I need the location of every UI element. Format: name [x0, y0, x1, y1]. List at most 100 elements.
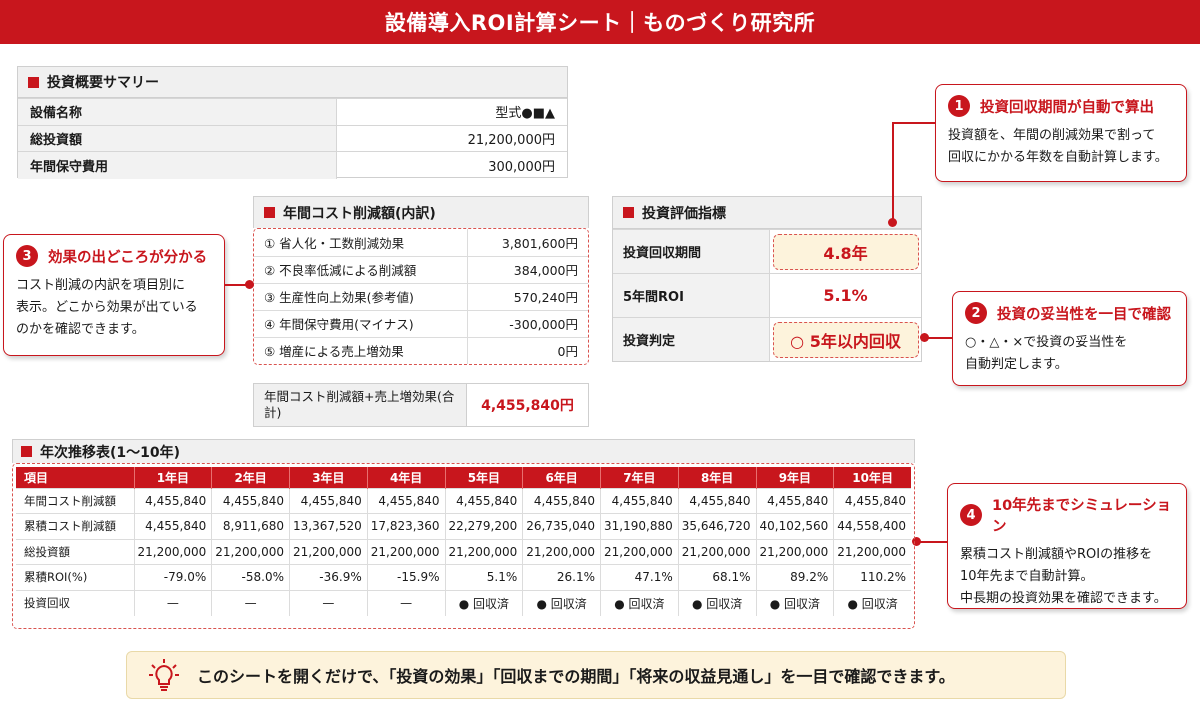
table-cell[interactable]: 26.1% — [522, 564, 601, 590]
breakdown-value[interactable]: 0円 — [467, 336, 588, 364]
summary-value[interactable]: 300,000円 — [336, 151, 567, 179]
indicators-panel: 投資評価指標 投資回収期間 4.8年 5年間ROI 5.1% 投資判定 ○ 5年… — [612, 196, 922, 362]
callout-text: 投資額を、年間の削減効果で割って — [948, 128, 1156, 143]
table-cell[interactable]: 35,646,720 — [678, 513, 757, 539]
table-cell[interactable]: 44,558,400 — [833, 513, 911, 539]
square-bullet-icon — [623, 207, 634, 218]
table-cell[interactable]: -15.9% — [367, 564, 446, 590]
number-2-icon: 2 — [965, 302, 987, 324]
table-cell[interactable]: 22,279,200 — [445, 513, 524, 539]
breakdown-value[interactable]: 384,000円 — [467, 255, 588, 283]
table-row: ② 不良率低減による削減額 384,000円 — [254, 255, 588, 283]
table-cell[interactable]: 4,455,840 — [289, 487, 368, 514]
table-cell[interactable]: 26,735,040 — [522, 513, 601, 539]
table-cell[interactable]: 89.2% — [756, 564, 835, 590]
table-cell[interactable]: 31,190,880 — [600, 513, 679, 539]
table-cell[interactable]: ● 回収済 — [756, 589, 835, 616]
callout-text: 累積コスト削減額やROIの推移を — [960, 547, 1153, 562]
breakdown-label: ④ 年間保守費用(マイナス) — [254, 309, 468, 337]
table-cell[interactable]: 4,455,840 — [522, 487, 601, 514]
indicator-label: 投資回収期間 — [613, 230, 770, 273]
table-cell[interactable]: 4,455,840 — [678, 487, 757, 514]
number-4-icon: 4 — [960, 504, 982, 526]
table-row: 年間保守費用 300,000円 — [18, 151, 567, 179]
summary-value[interactable]: 21,200,000円 — [336, 124, 567, 152]
table-cell[interactable]: 4,455,840 — [134, 513, 213, 539]
table-cell[interactable]: 21,200,000 — [600, 538, 679, 565]
breakdown-value[interactable]: 3,801,600円 — [467, 229, 588, 256]
column-header-year: 7年目 — [600, 467, 679, 488]
table-cell[interactable]: 4,455,840 — [445, 487, 524, 514]
table-cell[interactable]: 21,200,000 — [833, 538, 911, 565]
table-cell[interactable]: 21,200,000 — [134, 538, 213, 565]
callout-2: 2 投資の妥当性を一目で確認 ○・△・×で投資の妥当性を 自動判定します。 — [952, 291, 1187, 386]
page-title: 設備導入ROI計算シート｜ものづくり研究所 — [0, 0, 1200, 44]
table-cell[interactable]: 47.1% — [600, 564, 679, 590]
indicator-row-judgement: 投資判定 ○ 5年以内回収 — [613, 317, 921, 361]
table-cell[interactable]: 4,455,840 — [134, 487, 213, 514]
table-cell[interactable]: -79.0% — [134, 564, 213, 590]
row-label: 累積ROI(%) — [16, 564, 135, 590]
table-cell[interactable]: — — [211, 589, 290, 616]
table-row: 投資回収 — — — — ● 回収済 ● 回収済 ● 回収済 ● 回収済 ● 回収済 ● 回収済 — [16, 589, 911, 616]
square-bullet-icon — [264, 207, 275, 218]
column-header-year: 10年目 — [833, 467, 911, 488]
callout-text: 回収にかかる年数を自動計算します。 — [948, 150, 1168, 165]
table-cell[interactable]: 5.1% — [445, 564, 524, 590]
callout-text: コスト削減の内訳を項目別に — [16, 278, 186, 293]
table-cell[interactable]: 21,200,000 — [289, 538, 368, 565]
table-cell[interactable]: 4,455,840 — [833, 487, 911, 514]
callout-text: 中長期の投資効果を確認できます。 — [960, 591, 1167, 606]
table-cell[interactable]: 21,200,000 — [678, 538, 757, 565]
table-cell[interactable]: -58.0% — [211, 564, 290, 590]
table-cell[interactable]: 21,200,000 — [211, 538, 290, 565]
connector-dot — [920, 333, 929, 342]
table-cell[interactable]: 13,367,520 — [289, 513, 368, 539]
breakdown-label: ⑤ 増産による売上増効果 — [254, 336, 468, 364]
indicator-row-payback: 投資回収期間 4.8年 — [613, 229, 921, 273]
table-cell[interactable]: ● 回収済 — [445, 589, 524, 616]
table-cell[interactable]: 21,200,000 — [756, 538, 835, 565]
column-header-year: 1年目 — [134, 467, 213, 488]
breakdown-label: ① 省人化・工数削減効果 — [254, 229, 468, 256]
column-header-year: 3年目 — [289, 467, 368, 488]
square-bullet-icon — [21, 446, 32, 457]
table-cell[interactable]: ● 回収済 — [600, 589, 679, 616]
table-cell[interactable]: 17,823,360 — [367, 513, 446, 539]
roi-value: 5.1% — [823, 286, 868, 305]
table-cell[interactable]: — — [134, 589, 213, 616]
table-cell[interactable]: 68.1% — [678, 564, 757, 590]
table-row: 設備名称 型式●■▲ — [18, 98, 567, 126]
table-cell[interactable]: ● 回収済 — [522, 589, 601, 616]
breakdown-value[interactable]: -300,000円 — [467, 309, 588, 337]
table-cell[interactable]: ● 回収済 — [833, 589, 911, 616]
callout-3: 3 効果の出どころが分かる コスト削減の内訳を項目別に 表示。どこから効果が出ている… — [3, 234, 225, 356]
connector-line — [918, 541, 947, 543]
table-cell[interactable]: — — [367, 589, 446, 616]
table-cell[interactable]: 40,102,560 — [756, 513, 835, 539]
callout-text: 自動判定します。 — [965, 357, 1068, 372]
connector-dot — [888, 218, 897, 227]
table-cell[interactable]: 21,200,000 — [445, 538, 524, 565]
table-cell[interactable]: -36.9% — [289, 564, 368, 590]
indicator-row-roi: 5年間ROI 5.1% — [613, 273, 921, 317]
table-cell[interactable]: 21,200,000 — [522, 538, 601, 565]
table-cell[interactable]: 4,455,840 — [600, 487, 679, 514]
table-row: 年間コスト削減額 4,455,840 4,455,840 4,455,840 4,455… — [16, 487, 911, 514]
table-cell[interactable]: 4,455,840 — [367, 487, 446, 514]
number-3-icon: 3 — [16, 245, 38, 267]
table-cell[interactable]: 4,455,840 — [756, 487, 835, 514]
breakdown-value[interactable]: 570,240円 — [467, 282, 588, 310]
table-cell[interactable]: 110.2% — [833, 564, 911, 590]
table-cell[interactable]: — — [289, 589, 368, 616]
number-1-icon: 1 — [948, 95, 970, 117]
table-cell[interactable]: ● 回収済 — [678, 589, 757, 616]
table-cell[interactable]: 8,911,680 — [211, 513, 290, 539]
summary-value[interactable]: 型式●■▲ — [336, 98, 567, 126]
table-cell[interactable]: 4,455,840 — [211, 487, 290, 514]
table-cell[interactable]: 21,200,000 — [367, 538, 446, 565]
info-banner: このシートを開くだけで、「投資の効果」「回収までの期間」「将来の収益見通し」を一… — [126, 651, 1066, 699]
callout-text: のかを確認できます。 — [16, 322, 145, 337]
breakdown-panel: 年間コスト削減額(内訳) ① 省人化・工数削減効果 3,801,600円 ② 不… — [253, 196, 589, 366]
callout-1: 1 投資回収期間が自動で算出 投資額を、年間の削減効果で割って 回収にかかる年数を自… — [935, 84, 1187, 182]
